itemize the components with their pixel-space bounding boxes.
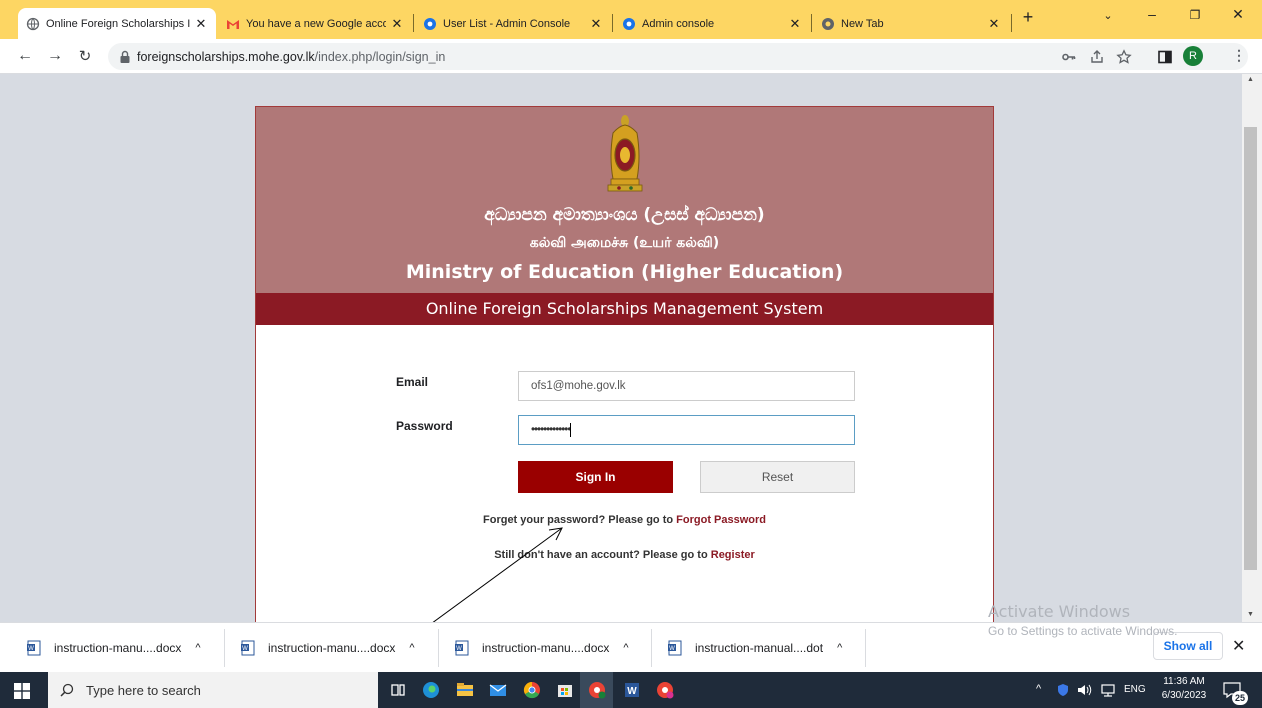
close-downloads-icon[interactable]: ✕ — [1232, 636, 1245, 656]
store-icon[interactable] — [553, 678, 577, 702]
chrome-profile-icon[interactable] — [585, 678, 609, 702]
download-separator — [651, 629, 652, 667]
mail-icon[interactable] — [486, 678, 510, 702]
language-indicator[interactable]: ENG — [1124, 684, 1146, 695]
svg-text:W: W — [456, 646, 462, 652]
chevron-up-icon[interactable]: ^ — [623, 642, 628, 654]
download-separator — [438, 629, 439, 667]
shield-icon[interactable] — [1056, 683, 1070, 697]
edge-icon[interactable] — [419, 678, 443, 702]
chrome-profile-icon[interactable] — [653, 678, 677, 702]
clock-time: 11:36 AM — [1163, 676, 1205, 687]
word-icon[interactable]: W — [620, 678, 644, 702]
windows-start-icon[interactable] — [14, 683, 30, 699]
network-icon[interactable] — [1100, 683, 1116, 697]
chevron-up-icon[interactable]: ^ — [409, 642, 414, 654]
windows-taskbar: Type here to search W ^ ENG 11:36 AM 6/3… — [0, 672, 1262, 708]
svg-text:W: W — [627, 686, 637, 697]
task-view-icon[interactable] — [386, 678, 410, 702]
activate-windows-title: Activate Windows — [988, 602, 1131, 621]
search-icon — [60, 683, 74, 697]
word-document-icon: W — [27, 640, 41, 656]
svg-text:W: W — [28, 646, 34, 652]
search-placeholder: Type here to search — [86, 682, 201, 698]
download-separator — [865, 629, 866, 667]
svg-text:W: W — [242, 646, 248, 652]
clock-date: 6/30/2023 — [1161, 690, 1207, 701]
show-hidden-icons-icon[interactable]: ^ — [1036, 683, 1041, 695]
download-filename: instruction-manu....docx — [268, 641, 396, 655]
download-item[interactable]: W instruction-manu....docx ^ — [26, 635, 201, 661]
download-item[interactable]: W instruction-manu....docx ^ — [454, 635, 629, 661]
word-document-icon: W — [241, 640, 255, 656]
download-filename: instruction-manu....docx — [482, 641, 610, 655]
word-document-icon: W — [455, 640, 469, 656]
notification-count-badge: 25 — [1232, 691, 1248, 705]
download-filename: instruction-manual....dot — [695, 641, 824, 655]
taskbar-search-box[interactable]: Type here to search — [48, 672, 378, 708]
word-template-icon: W — [668, 640, 682, 656]
download-item[interactable]: W instruction-manual....dot ^ — [667, 635, 842, 661]
chevron-up-icon[interactable]: ^ — [195, 642, 200, 654]
download-separator — [224, 629, 225, 667]
volume-icon[interactable] — [1076, 683, 1092, 697]
file-explorer-icon[interactable] — [453, 678, 477, 702]
chrome-icon[interactable] — [520, 678, 544, 702]
download-filename: instruction-manu....docx — [54, 641, 182, 655]
clock[interactable]: 11:36 AM 6/30/2023 — [1154, 675, 1214, 703]
chevron-up-icon[interactable]: ^ — [837, 642, 842, 654]
svg-text:W: W — [669, 646, 675, 652]
activate-windows-subtitle: Go to Settings to activate Windows. — [988, 624, 1178, 638]
download-item[interactable]: W instruction-manu....docx ^ — [240, 635, 415, 661]
